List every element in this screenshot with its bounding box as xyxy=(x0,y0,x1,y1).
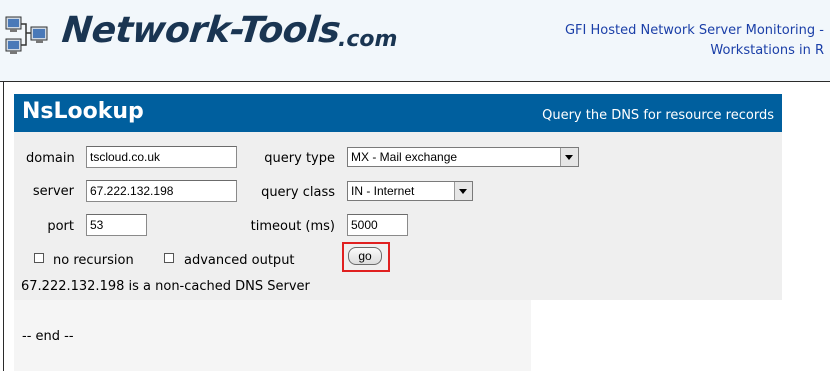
domain-label: domain xyxy=(26,151,75,166)
server-label: server xyxy=(32,184,74,199)
go-button[interactable]: go xyxy=(348,247,382,265)
result-message: 67.222.132.198 is a non-cached DNS Serve… xyxy=(21,279,310,294)
timeout-input[interactable]: 5000 xyxy=(347,214,408,236)
port-label: port xyxy=(47,219,74,234)
query-type-select[interactable]: MX - Mail exchange xyxy=(347,147,579,167)
chevron-down-icon[interactable] xyxy=(560,148,578,166)
ad-line-2[interactable]: Workstations in R xyxy=(524,41,824,61)
query-type-value: MX - Mail exchange xyxy=(351,150,458,164)
nslookup-panel: NsLookup Query the DNS for resource reco… xyxy=(14,94,782,300)
site-logo-text[interactable]: Network-Tools xyxy=(60,10,342,51)
ad-line-1[interactable]: GFI Hosted Network Server Monitoring - xyxy=(524,21,824,41)
advanced-output-label: advanced output xyxy=(184,253,295,268)
page-left-border xyxy=(3,82,4,371)
network-computers-icon xyxy=(5,16,48,54)
site-logo-domain[interactable]: .com xyxy=(338,27,397,52)
tool-title-bar: NsLookup Query the DNS for resource reco… xyxy=(14,94,782,132)
query-type-label: query type xyxy=(264,151,335,166)
query-class-value: IN - Internet xyxy=(351,184,415,198)
output-area: -- end -- xyxy=(14,300,531,371)
advanced-output-checkbox[interactable] xyxy=(164,253,174,263)
tool-subtitle: Query the DNS for resource records xyxy=(542,108,774,123)
no-recursion-label: no recursion xyxy=(53,253,134,268)
domain-input[interactable]: tscloud.co.uk xyxy=(86,146,237,168)
no-recursion-checkbox[interactable] xyxy=(34,253,44,263)
query-class-select[interactable]: IN - Internet xyxy=(347,181,473,201)
timeout-label: timeout (ms) xyxy=(250,219,335,234)
chevron-down-icon[interactable] xyxy=(454,182,472,200)
query-class-label: query class xyxy=(261,185,335,200)
port-input[interactable]: 53 xyxy=(86,214,147,236)
server-input[interactable]: 67.222.132.198 xyxy=(86,180,237,202)
site-header: Network-Tools .com GFI Hosted Network Se… xyxy=(0,0,830,82)
end-marker: -- end -- xyxy=(22,329,74,344)
ad-link[interactable]: GFI Hosted Network Server Monitoring - W… xyxy=(524,21,824,61)
tool-title: NsLookup xyxy=(22,99,144,124)
